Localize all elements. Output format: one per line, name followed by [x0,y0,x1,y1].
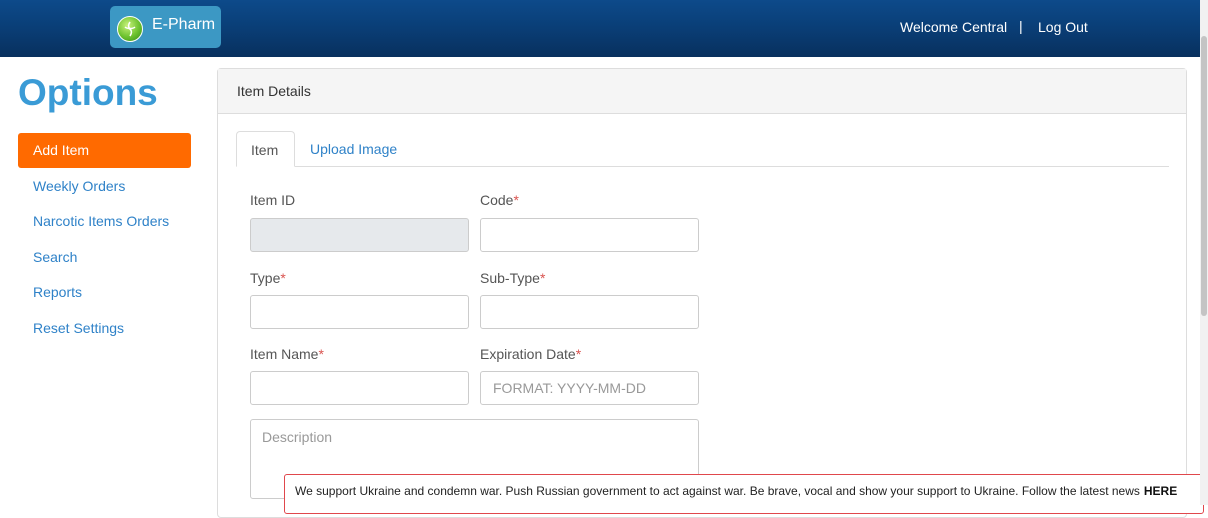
sidebar-item-reports[interactable]: Reports [18,275,191,310]
nav-separator: | [1019,18,1023,34]
sub-type-label: Sub-Type* [480,270,546,286]
sidebar-item-add-item[interactable]: Add Item [18,133,191,168]
tab-item[interactable]: Item [236,131,295,167]
sidebar-item-search[interactable]: Search [18,240,191,275]
required-marker: * [280,270,286,286]
welcome-text: Welcome Central [900,19,1008,35]
sidebar-title: Options [18,72,158,113]
pharmacy-logo-icon [117,16,143,42]
code-label: Code* [480,192,519,208]
ukraine-support-banner: We support Ukraine and condemn war. Push… [284,474,1204,514]
item-name-field[interactable] [250,371,469,405]
logout-link[interactable]: Log Out [1038,19,1088,35]
sidebar-item-weekly-orders[interactable]: Weekly Orders [18,169,191,204]
required-marker: * [539,270,546,286]
required-marker: * [318,346,324,362]
panel-heading: Item Details [218,69,1186,114]
banner-here-link[interactable]: HERE [1144,484,1177,498]
tab-upload-image[interactable]: Upload Image [296,131,411,167]
sidebar-item-reset-settings[interactable]: Reset Settings [18,311,191,346]
page-scrollbar-thumb[interactable] [1201,36,1207,316]
required-marker: * [575,346,582,362]
code-field[interactable] [480,218,699,252]
type-field[interactable] [250,295,469,329]
item-id-field [250,218,469,252]
item-id-label: Item ID [250,192,296,208]
banner-text: We support Ukraine and condemn war. Push… [295,484,1178,498]
expiration-date-field[interactable] [480,371,699,405]
item-name-label: Item Name* [250,346,324,362]
expiration-date-label: Expiration Date* [480,346,582,362]
sidebar-item-narcotic-items-orders[interactable]: Narcotic Items Orders [18,204,191,239]
required-marker: * [513,192,519,208]
top-navbar: E-Pharm Welcome Central | Log Out [0,0,1200,57]
type-label: Type* [250,270,286,286]
brand-name: E-Pharm [152,16,216,33]
brand-logo-link[interactable]: E-Pharm [110,6,221,48]
sub-type-field[interactable] [480,295,699,329]
